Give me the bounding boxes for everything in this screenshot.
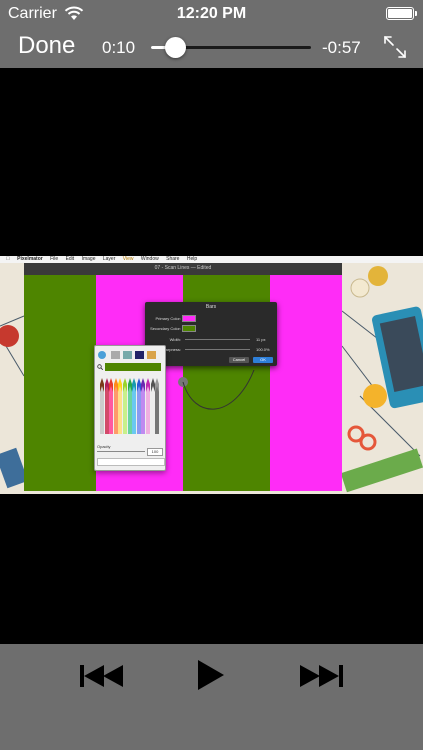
- dialog-cancel-button: Cancel: [229, 357, 249, 363]
- crayon: [146, 386, 150, 434]
- play-icon[interactable]: [198, 660, 224, 690]
- video-frame:  Pixelmator File Edit Image Layer View …: [0, 256, 423, 494]
- crayon: [150, 386, 155, 434]
- player-bottom-bar: [0, 644, 423, 750]
- menu-item: Edit: [60, 256, 75, 262]
- dialog-ok-button: OK: [253, 357, 273, 363]
- crayon: [104, 386, 109, 434]
- current-color-well: [105, 363, 161, 371]
- done-button[interactable]: Done: [18, 32, 75, 60]
- menu-item: Share: [160, 256, 179, 262]
- color-mode-toolbar: [98, 351, 156, 359]
- app-window-titlebar: 07 - Scan Lines — Edited: [24, 263, 342, 280]
- menu-item: Layer: [97, 256, 116, 262]
- stripe-green: [24, 275, 96, 491]
- menu-item: View: [117, 256, 134, 262]
- status-bar: Carrier 12:20 PM: [0, 0, 423, 28]
- primary-color-label: Primary Color:: [155, 316, 181, 321]
- swatch-strip: [97, 458, 165, 466]
- crayon: [123, 386, 127, 434]
- skip-previous-icon[interactable]: [80, 665, 124, 687]
- crayon: [113, 386, 118, 434]
- opacity-slider: [97, 451, 145, 452]
- connector-curve: [178, 370, 255, 410]
- window-title: 07 - Scan Lines — Edited: [154, 265, 212, 271]
- player-top-bar: Done 0:10 -0:57: [0, 28, 423, 68]
- opacity-value: 100: [147, 448, 163, 456]
- remaining-time: -0:57: [322, 38, 361, 57]
- crayon: [100, 386, 104, 434]
- menu-item: File: [44, 256, 58, 262]
- primary-color-swatch: [182, 315, 196, 322]
- video-area[interactable]:  Pixelmator File Edit Image Layer View …: [0, 68, 423, 644]
- clock: 12:20 PM: [176, 5, 247, 22]
- fullscreen-expand-icon[interactable]: [382, 34, 408, 60]
- width-label: Width:: [169, 337, 181, 342]
- crayon: [132, 386, 137, 434]
- secondary-color-label: Secondary Color:: [150, 326, 181, 331]
- color-picker-panel: Opacity 100: [94, 345, 166, 471]
- opacity-label: Opacity: [97, 444, 111, 449]
- width-value: 11 px: [256, 337, 266, 342]
- skip-next-icon[interactable]: [299, 665, 343, 687]
- crayon: [109, 386, 114, 434]
- menu-item: Pixelmator: [12, 256, 43, 262]
- dialog-title: Bars: [205, 304, 217, 310]
- crayon: [155, 386, 160, 434]
- battery-icon: [386, 7, 417, 20]
- scrubber-track[interactable]: [151, 37, 311, 58]
- stripe-magenta: [270, 275, 342, 491]
- scrubber-thumb[interactable]: [165, 37, 186, 58]
- sharpness-slider: [185, 349, 250, 350]
- mac-menubar:  Pixelmator File Edit Image Layer View …: [0, 256, 423, 263]
- crayon: [141, 386, 146, 434]
- menu-item: Window: [135, 256, 159, 262]
- sharpness-value: 100.0%: [256, 347, 270, 352]
- magnifier-icon: [97, 364, 104, 371]
- width-slider: [185, 339, 250, 340]
- crayon: [136, 386, 141, 434]
- menu-item: Image: [76, 256, 96, 262]
- crayon: [127, 386, 132, 434]
- crayon: [118, 386, 123, 434]
- elapsed-time: 0:10: [102, 38, 136, 57]
- secondary-color-swatch: [182, 325, 196, 332]
- menu-item: Help: [181, 256, 197, 262]
